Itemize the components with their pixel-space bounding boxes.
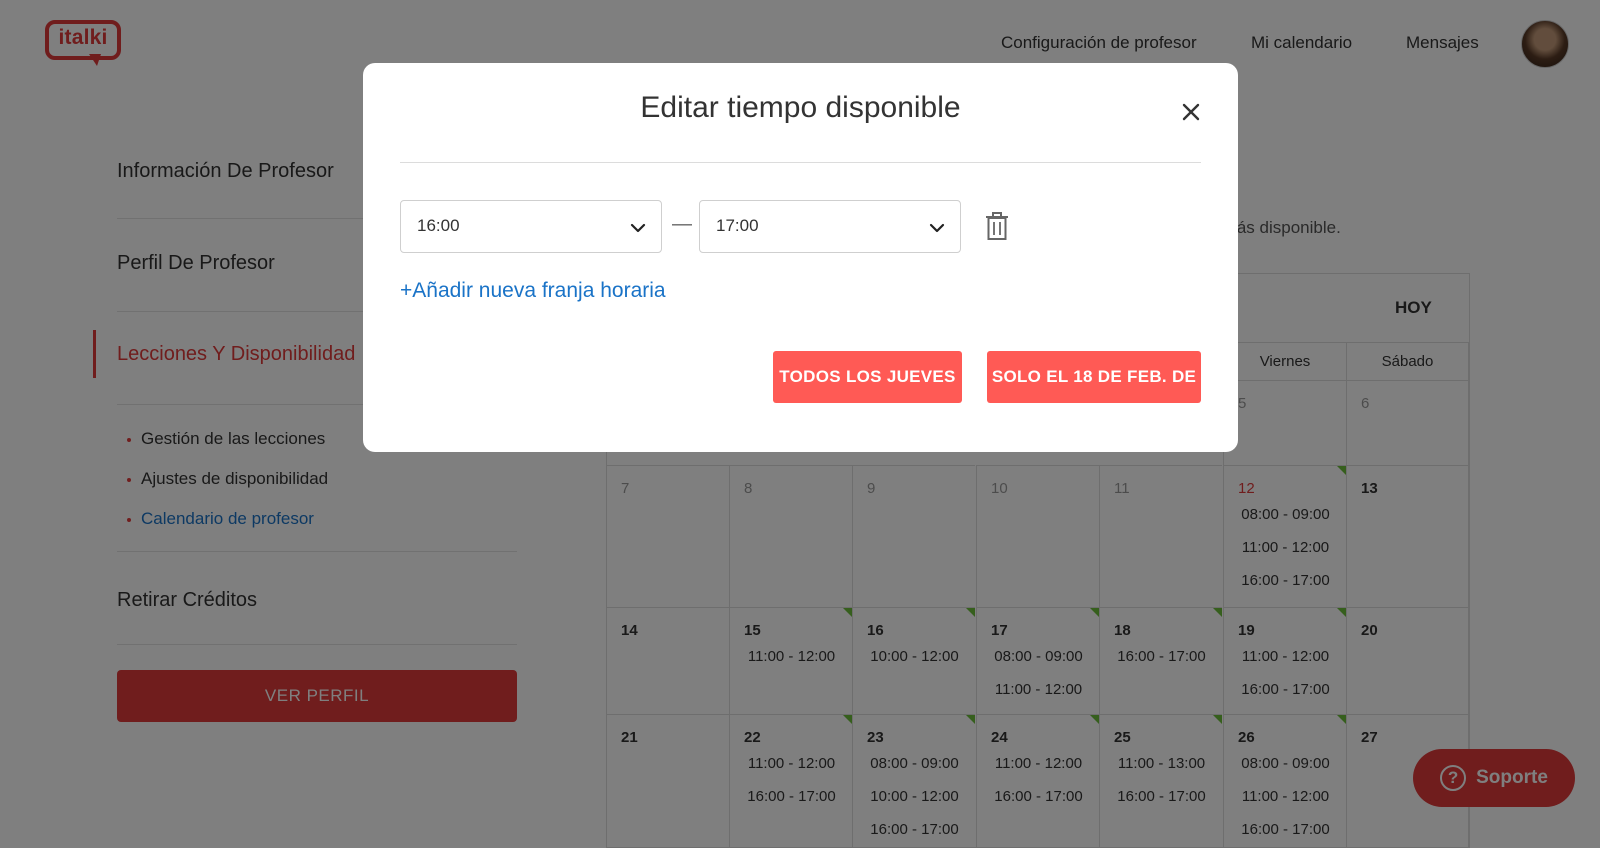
modal-divider: [400, 162, 1201, 163]
add-time-slot-link[interactable]: +Añadir nueva franja horaria: [400, 279, 666, 303]
start-time-select[interactable]: 16:00: [400, 200, 662, 253]
edit-availability-modal: Editar tiempo disponible 16:00 — 17:00 +…: [363, 63, 1238, 452]
end-time-select[interactable]: 17:00: [699, 200, 961, 253]
only-this-date-button[interactable]: SOLO EL 18 DE FEB. DE: [987, 351, 1201, 403]
chevron-down-icon: [630, 223, 646, 233]
modal-title: Editar tiempo disponible: [640, 91, 961, 124]
end-time-value: 17:00: [716, 216, 759, 235]
time-range-separator: —: [672, 213, 692, 235]
chevron-down-icon: [929, 223, 945, 233]
start-time-value: 16:00: [417, 216, 460, 235]
every-thursday-button[interactable]: TODOS LOS JUEVES: [773, 351, 962, 403]
close-icon[interactable]: [1178, 99, 1204, 125]
trash-icon[interactable]: [984, 211, 1010, 241]
